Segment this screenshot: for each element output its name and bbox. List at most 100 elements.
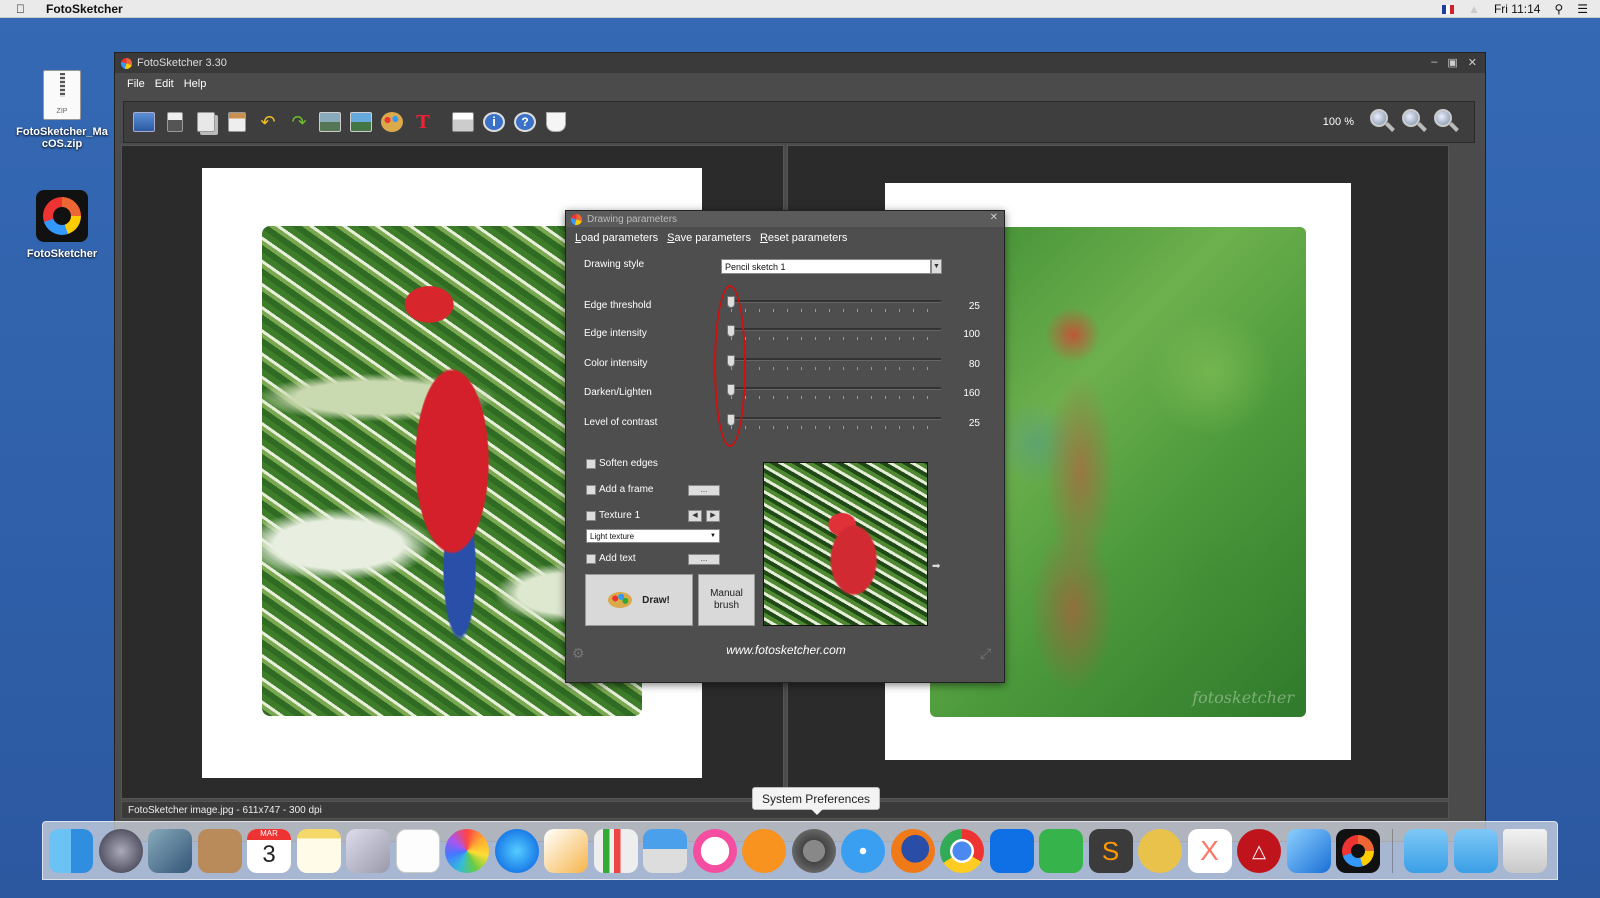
status-text: FotoSketcher image.jpg - 611x747 - 300 d… (128, 804, 322, 816)
color-intensity-label: Color intensity (584, 358, 648, 369)
reset-parameters-menu[interactable]: Reset parameters (760, 232, 847, 244)
add-text-checkbox[interactable] (586, 554, 596, 564)
resize-icon[interactable]: ⤢ (980, 645, 991, 662)
reminders-icon[interactable] (395, 828, 440, 873)
open-image-button[interactable] (130, 107, 158, 137)
input-source-flag-icon[interactable] (1442, 4, 1455, 14)
highlight-annotation-oval (714, 285, 746, 447)
preview-app-icon[interactable] (148, 828, 192, 873)
drawing-parameters-palette-icon[interactable] (378, 107, 406, 137)
dialog-titlebar[interactable]: Drawing parameters ✕ (566, 211, 1004, 227)
dialog-close-icon[interactable]: ✕ (990, 212, 998, 223)
zoom-fit-icon[interactable] (1400, 107, 1428, 137)
texture-next-icon[interactable]: ▶ (706, 510, 720, 522)
keynote-icon[interactable] (643, 828, 687, 873)
darken-lighten-slider[interactable] (731, 387, 941, 390)
chevron-down-icon[interactable]: ▼ (931, 259, 942, 274)
safari-icon[interactable] (841, 828, 885, 873)
dropbox-icon[interactable] (989, 828, 1034, 873)
save-parameters-menu[interactable]: Save parameters (667, 232, 751, 244)
color-intensity-slider[interactable] (731, 358, 941, 361)
level-of-contrast-slider[interactable] (731, 417, 941, 420)
original-image-button[interactable] (316, 107, 344, 137)
finder-icon[interactable] (49, 828, 93, 873)
menu-file[interactable]: File (127, 78, 145, 90)
menu-help[interactable]: Help (184, 78, 207, 90)
text-tool-icon[interactable]: T (409, 107, 437, 137)
preview-thumbnail[interactable] (763, 462, 928, 626)
fotosketcher-dock-icon[interactable] (1336, 828, 1380, 873)
minimize-button[interactable]: – (1431, 56, 1437, 69)
itunes-icon[interactable] (692, 828, 737, 873)
downloads-folder-icon[interactable] (1453, 828, 1498, 873)
text-options-button[interactable]: ... (688, 554, 720, 565)
undo-icon[interactable]: ↶ (254, 107, 282, 137)
menubar-clock[interactable]: Fri 11:14 (1494, 2, 1540, 16)
zoom-out-icon[interactable] (1368, 107, 1396, 137)
xcode-icon[interactable] (1286, 828, 1331, 873)
info-icon[interactable]: i (480, 107, 508, 137)
notification-center-icon[interactable]: ☰ (1577, 2, 1588, 16)
menubar-app-name[interactable]: FotoSketcher (46, 2, 123, 16)
draw-button-label: Draw! (642, 594, 670, 606)
wireshark-icon[interactable] (1138, 828, 1182, 873)
contacts-icon[interactable] (197, 828, 242, 873)
sublime-text-icon[interactable]: S (1088, 828, 1133, 873)
trash-icon[interactable] (1503, 828, 1547, 873)
launchpad-icon[interactable] (98, 828, 143, 873)
redo-icon[interactable]: ↷ (285, 107, 313, 137)
maximize-button[interactable]: ▣ (1447, 56, 1457, 69)
soften-edges-checkbox[interactable] (586, 459, 596, 469)
save-button[interactable] (161, 107, 189, 137)
apple-menu-icon[interactable]:  (16, 2, 34, 16)
desktop-icon-zip[interactable]: ZIP FotoSketcher_MacOS.zip (12, 70, 112, 150)
desktop-icon-fotosketcher[interactable]: FotoSketcher (12, 190, 112, 260)
pages-icon[interactable] (544, 828, 588, 873)
firefox-icon[interactable] (890, 828, 935, 873)
load-parameters-menu[interactable]: Load parameters (575, 232, 658, 244)
edge-threshold-label: Edge threshold (584, 300, 652, 311)
numbers-icon[interactable] (593, 828, 638, 873)
wifi-icon[interactable]: ▲ (1468, 2, 1480, 16)
website-link[interactable]: www.fotosketcher.com (566, 643, 1006, 657)
texture-type-select[interactable]: Light texture ▼ (586, 529, 720, 543)
close-button[interactable]: ✕ (1468, 56, 1477, 69)
acrobat-icon[interactable]: △ (1237, 828, 1281, 873)
calendar-icon[interactable]: MAR 3 (247, 828, 291, 873)
system-preferences-icon[interactable] (791, 828, 836, 873)
paste-button[interactable] (223, 107, 251, 137)
notes-icon[interactable] (296, 828, 341, 873)
edge-threshold-slider[interactable] (731, 300, 941, 303)
drawing-style-select[interactable]: Pencil sketch 1 (721, 259, 931, 274)
result-image-button[interactable] (347, 107, 375, 137)
window-titlebar[interactable]: FotoSketcher 3.30 – ▣ ✕ (115, 53, 1485, 73)
texture-checkbox[interactable] (586, 511, 596, 521)
print-icon[interactable] (449, 107, 477, 137)
image-capture-icon[interactable] (346, 828, 390, 873)
slider-ticks (731, 309, 941, 312)
zoom-in-icon[interactable] (1432, 107, 1460, 137)
add-frame-checkbox[interactable] (586, 485, 596, 495)
manual-brush-button[interactable]: Manual brush (698, 574, 755, 626)
texture-prev-icon[interactable]: ◀ (688, 510, 702, 522)
chrome-icon[interactable] (940, 828, 984, 873)
messages-icon[interactable] (494, 828, 539, 873)
menu-edit[interactable]: Edit (155, 78, 174, 90)
frame-options-button[interactable]: ... (688, 485, 720, 496)
darken-lighten-label: Darken/Lighten (584, 387, 652, 398)
drawing-style-label: Drawing style (584, 259, 645, 270)
copy-button[interactable] (192, 107, 220, 137)
edge-intensity-slider[interactable] (731, 328, 941, 331)
help-icon[interactable]: ? (511, 107, 539, 137)
coffee-donate-icon[interactable] (542, 107, 570, 137)
draw-button[interactable]: Draw! (585, 574, 693, 626)
xampp-icon[interactable]: X (1187, 828, 1232, 873)
spotlight-search-icon[interactable]: ⚲ (1554, 2, 1563, 16)
applications-folder-icon[interactable] (1404, 828, 1448, 873)
pencil-arrow-icon[interactable]: ➡ (932, 561, 940, 572)
texture-label: Texture 1 (599, 510, 641, 521)
ibooks-icon[interactable] (742, 828, 786, 873)
evernote-icon[interactable] (1039, 828, 1083, 873)
dock-tooltip: System Preferences (752, 787, 880, 815)
photos-icon[interactable] (445, 828, 489, 873)
